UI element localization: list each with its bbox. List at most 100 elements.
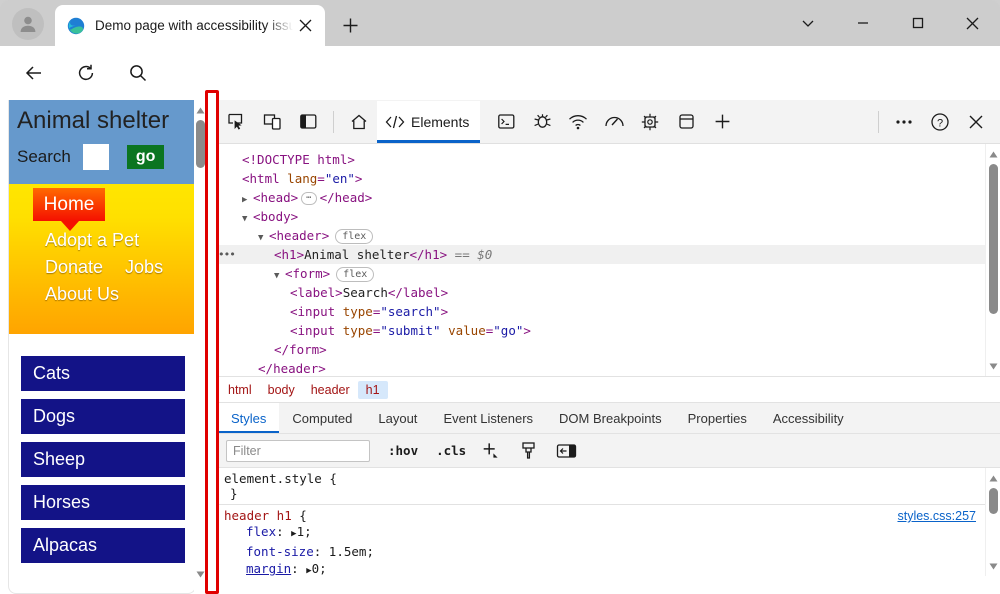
tab-computed[interactable]: Computed: [279, 403, 365, 433]
dom-tree[interactable]: <!DOCTYPE html> <html lang="en"> ▶<head>…: [218, 144, 1000, 376]
scroll-down-arrow-icon[interactable]: [986, 558, 1000, 574]
declaration-flex[interactable]: flex: ▶1;: [224, 523, 1000, 543]
tab-application[interactable]: [668, 104, 704, 140]
hov-toggle-button[interactable]: :hov: [388, 443, 418, 458]
go-button[interactable]: go: [127, 145, 165, 169]
devtools-close-icon[interactable]: [958, 104, 994, 140]
device-emulation-icon[interactable]: [254, 104, 290, 140]
flex-badge[interactable]: flex: [335, 229, 373, 244]
animal-button-sheep[interactable]: Sheep: [21, 442, 185, 477]
tab-memory[interactable]: [632, 104, 668, 140]
nav-item-donate[interactable]: Donate: [45, 257, 103, 278]
styles-rules-pane[interactable]: element.style { } header h1 { styles.css…: [218, 468, 1000, 576]
paint-brush-icon[interactable]: [514, 438, 542, 464]
breadcrumb: html body header h1: [218, 376, 1000, 402]
tab-elements[interactable]: Elements: [377, 101, 480, 143]
home-icon[interactable]: [341, 104, 377, 140]
declaration-font-size[interactable]: font-size: 1.5em;: [224, 543, 1000, 560]
nav-item-jobs[interactable]: Jobs: [125, 257, 163, 278]
nav-item-about[interactable]: About Us: [45, 284, 119, 305]
dom-row-form[interactable]: ▼<form>flex: [218, 264, 1000, 283]
tab-network[interactable]: [560, 104, 596, 140]
minimize-button[interactable]: [835, 0, 890, 46]
maximize-button[interactable]: [890, 0, 945, 46]
site-header: Animal shelter Search go: [9, 100, 196, 184]
tab-sources[interactable]: [524, 104, 560, 140]
animal-button-horses[interactable]: Horses: [21, 485, 185, 520]
dom-row-input-search[interactable]: <input type="search">: [218, 302, 1000, 321]
page-scroll-thumb[interactable]: [196, 120, 205, 168]
cls-toggle-button[interactable]: .cls: [436, 443, 466, 458]
more-tools-button[interactable]: [704, 104, 740, 140]
search-input[interactable]: [83, 144, 109, 170]
page-scrollbar[interactable]: [194, 100, 206, 594]
dom-row-header[interactable]: ▼<header>flex: [218, 226, 1000, 245]
scroll-down-arrow-icon[interactable]: [986, 358, 1000, 374]
head-close-tag: head: [335, 190, 365, 205]
account-avatar[interactable]: [12, 8, 44, 40]
plus-new-style-rule-icon[interactable]: [476, 438, 504, 464]
devtools-toolbar-right: ?: [871, 104, 1000, 140]
scroll-up-arrow-icon[interactable]: [986, 470, 1000, 486]
dom-row-label[interactable]: <label>Search</label>: [218, 283, 1000, 302]
breadcrumb-item-header[interactable]: header: [303, 381, 358, 399]
search-button[interactable]: [122, 57, 154, 89]
scroll-down-arrow-icon[interactable]: [195, 568, 205, 580]
nav-item-adopt[interactable]: Adopt a Pet: [45, 230, 139, 251]
tab-console[interactable]: [488, 104, 524, 140]
breadcrumb-item-html[interactable]: html: [220, 381, 260, 399]
dom-scroll-thumb[interactable]: [989, 164, 998, 314]
selected-node-marker: == $0: [455, 247, 493, 262]
inspect-element-icon[interactable]: [218, 104, 254, 140]
breadcrumb-item-body[interactable]: body: [260, 381, 303, 399]
dom-row-body[interactable]: ▼<body>: [218, 207, 1000, 226]
close-window-button[interactable]: [945, 0, 1000, 46]
flex-badge[interactable]: flex: [336, 267, 374, 282]
nav-item-home[interactable]: Home: [33, 188, 105, 221]
tab-performance[interactable]: [596, 104, 632, 140]
minimize-icon: [856, 16, 870, 30]
tab-styles[interactable]: Styles: [218, 403, 279, 433]
new-tab-button[interactable]: [336, 11, 364, 39]
dom-row-input-submit[interactable]: <input type="submit" value="go">: [218, 321, 1000, 340]
dom-row-html[interactable]: <html lang="en">: [218, 169, 1000, 188]
dom-tree-scrollbar[interactable]: [985, 144, 1000, 376]
dom-row-doctype[interactable]: <!DOCTYPE html>: [218, 150, 1000, 169]
back-button[interactable]: [18, 57, 50, 89]
dom-row-head[interactable]: ▶<head>⋯</head>: [218, 188, 1000, 207]
tab-list-dropdown-button[interactable]: [780, 0, 835, 46]
styles-filter-input[interactable]: Filter: [226, 440, 370, 462]
animal-button-alpacas[interactable]: Alpacas: [21, 528, 185, 563]
breadcrumb-item-h1[interactable]: h1: [358, 381, 388, 399]
scroll-up-arrow-icon[interactable]: [986, 146, 1000, 162]
styles-scroll-thumb[interactable]: [989, 488, 998, 514]
tab-accessibility[interactable]: Accessibility: [760, 403, 857, 433]
tab-close-icon[interactable]: [293, 14, 317, 38]
dock-side-icon[interactable]: [290, 104, 326, 140]
dom-row-h1-selected[interactable]: <h1>Animal shelter</h1> == $0: [218, 245, 1000, 264]
style-source-link[interactable]: styles.css:257: [897, 509, 976, 523]
toggle-sidebar-icon[interactable]: [552, 438, 580, 464]
tab-dom-breakpoints[interactable]: DOM Breakpoints: [546, 403, 675, 433]
scroll-up-arrow-icon[interactable]: [195, 104, 205, 116]
tab-properties[interactable]: Properties: [675, 403, 760, 433]
dom-row-form-close[interactable]: </form>: [218, 340, 1000, 359]
property-margin: margin: [246, 561, 291, 576]
declaration-margin[interactable]: margin: ▶0;: [224, 560, 1000, 576]
devtools-ellipsis-icon[interactable]: [886, 104, 922, 140]
styles-scrollbar[interactable]: [985, 468, 1000, 576]
help-question-icon[interactable]: ?: [922, 104, 958, 140]
animal-button-dogs[interactable]: Dogs: [21, 399, 185, 434]
refresh-button[interactable]: [70, 57, 102, 89]
input-value-attr: value: [448, 323, 486, 338]
collapsed-content-icon[interactable]: ⋯: [301, 192, 316, 205]
animal-category-list: Cats Dogs Sheep Horses Alpacas: [9, 334, 195, 563]
tab-layout[interactable]: Layout: [365, 403, 430, 433]
animal-button-cats[interactable]: Cats: [21, 356, 185, 391]
style-rule-header-h1[interactable]: header h1 { styles.css:257 flex: ▶1; fon…: [218, 504, 1000, 576]
dom-row-header-close[interactable]: </header>: [218, 359, 1000, 376]
style-rule-element-style[interactable]: element.style { }: [218, 468, 1000, 504]
h1-close-tag: h1: [425, 247, 440, 262]
tab-event-listeners[interactable]: Event Listeners: [430, 403, 546, 433]
browser-tab[interactable]: Demo page with accessibility issu: [55, 5, 325, 46]
